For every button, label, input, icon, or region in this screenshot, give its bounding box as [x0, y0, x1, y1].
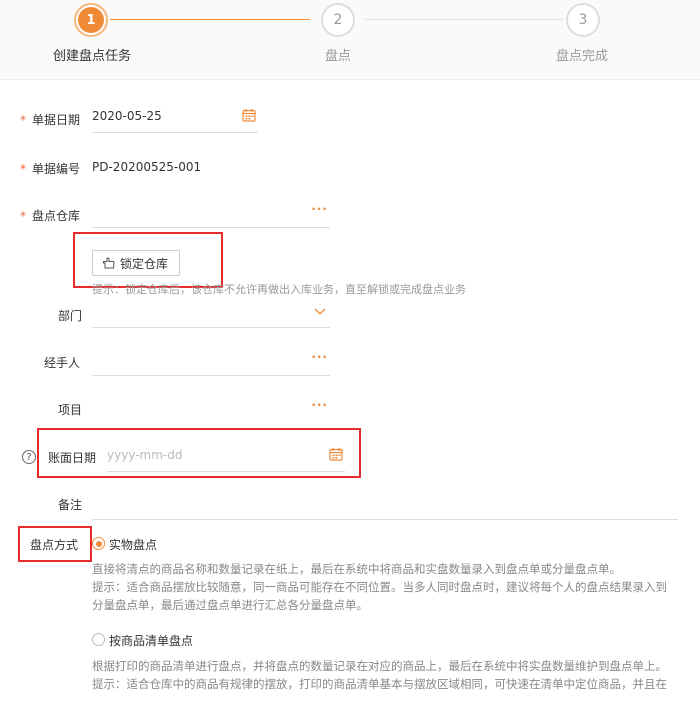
- department-label: 部门: [58, 309, 83, 323]
- doc-number-value: PD-20200525-001: [92, 160, 202, 174]
- step-2-label: 盘点: [325, 49, 352, 64]
- step-1-number: 1: [78, 7, 104, 33]
- step-1-label: 创建盘点任务: [53, 49, 132, 64]
- step-1-circle: 1: [74, 3, 108, 37]
- step-3-circle: 3: [566, 3, 600, 37]
- doc-number-label: * 单据编号: [20, 162, 81, 176]
- calendar-icon[interactable]: [242, 108, 256, 122]
- hand-pointer-icon: [103, 257, 115, 269]
- warehouse-label: * 盘点仓库: [20, 209, 81, 223]
- step-connector-2: [365, 19, 563, 20]
- chevron-down-icon[interactable]: [314, 308, 326, 315]
- doc-date-label: * 单据日期: [20, 113, 81, 127]
- required-mark: *: [20, 113, 26, 127]
- step-2-circle: 2: [321, 3, 355, 37]
- lock-warehouse-label: 锁定仓库: [120, 256, 169, 271]
- project-label: 项目: [58, 403, 83, 417]
- method-label: 盘点方式: [30, 538, 79, 552]
- radio-physical-count[interactable]: [92, 537, 105, 550]
- more-icon[interactable]: ···: [311, 350, 328, 364]
- stepper: 1 2 3 创建盘点任务 盘点 盘点完成: [0, 0, 700, 80]
- handler-label: 经手人: [44, 356, 81, 370]
- department-select[interactable]: [92, 298, 330, 328]
- book-date-label: 账面日期: [48, 451, 97, 465]
- more-icon[interactable]: ···: [311, 398, 328, 412]
- warehouse-field[interactable]: ···: [92, 198, 330, 228]
- option-list-count-label[interactable]: 按商品清单盘点: [109, 632, 193, 649]
- book-date-field[interactable]: yyyy-mm-dd: [107, 442, 345, 472]
- doc-date-field[interactable]: 2020-05-25: [92, 103, 258, 133]
- help-icon[interactable]: ?: [22, 450, 36, 464]
- remark-input[interactable]: [92, 490, 678, 520]
- lock-warehouse-button[interactable]: 锁定仓库: [92, 250, 180, 276]
- calendar-icon[interactable]: [329, 447, 343, 461]
- doc-date-value: 2020-05-25: [92, 109, 162, 123]
- option-physical-count-label[interactable]: 实物盘点: [109, 536, 157, 553]
- handler-field[interactable]: ···: [92, 346, 330, 376]
- option-list-count-desc: 根据打印的商品清单进行盘点，并将盘点的数量记录在对应的商品上，最后在系统中将实盘…: [92, 659, 667, 691]
- step-3-label: 盘点完成: [556, 49, 609, 64]
- remark-label: 备注: [58, 498, 83, 512]
- book-date-placeholder: yyyy-mm-dd: [107, 448, 183, 462]
- radio-list-count[interactable]: [92, 633, 105, 646]
- step-connector-1: [110, 19, 310, 20]
- lock-hint: 提示：锁定仓库后，该仓库不允许再做出入库业务，直至解锁或完成盘点业务: [92, 283, 466, 296]
- more-icon[interactable]: ···: [311, 202, 328, 216]
- project-field[interactable]: ···: [92, 394, 330, 424]
- option-physical-count-desc: 直接将清点的商品名称和数量记录在纸上，最后在系统中将商品和实盘数量录入到盘点单或…: [92, 562, 667, 612]
